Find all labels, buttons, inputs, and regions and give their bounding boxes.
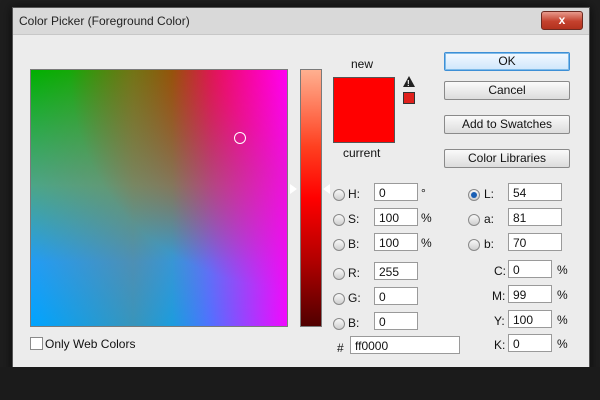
- radio-l[interactable]: [468, 189, 480, 201]
- color-picker-dialog: Color Picker (Foreground Color) x new cu…: [12, 7, 590, 375]
- s-label: S:: [348, 212, 360, 226]
- l-label: L:: [484, 187, 495, 201]
- title-bar: Color Picker (Foreground Color) x: [13, 8, 589, 35]
- window-title: Color Picker (Foreground Color): [19, 14, 190, 28]
- b-label: B:: [348, 237, 360, 251]
- k-input[interactable]: 0: [508, 334, 552, 352]
- y-input[interactable]: 100: [508, 310, 552, 328]
- add-to-swatches-button[interactable]: Add to Swatches: [444, 115, 570, 134]
- new-label: new: [351, 57, 374, 71]
- radio-h[interactable]: [333, 189, 345, 201]
- hex-input[interactable]: ff0000: [350, 336, 460, 354]
- ok-button[interactable]: OK: [444, 52, 570, 71]
- radio-blue[interactable]: [333, 318, 345, 330]
- s-input[interactable]: 100: [374, 208, 418, 226]
- h-unit: °: [421, 186, 426, 200]
- m-unit: %: [557, 288, 568, 302]
- k-label: K:: [494, 338, 506, 352]
- only-web-colors-checkbox[interactable]: [30, 337, 43, 350]
- radio-r[interactable]: [333, 268, 345, 280]
- y-unit: %: [557, 313, 568, 327]
- blue-input[interactable]: 0: [374, 312, 418, 330]
- new-color-swatch: [333, 77, 395, 143]
- color-field[interactable]: [30, 69, 288, 327]
- c-label: C:: [494, 264, 506, 278]
- g-label: G:: [348, 291, 361, 305]
- m-input[interactable]: 99: [508, 285, 552, 303]
- lab-b-label: b:: [484, 237, 495, 251]
- h-label: H:: [348, 187, 360, 201]
- background-bottom-bar: [0, 367, 600, 400]
- k-unit: %: [557, 337, 568, 351]
- color-field-picker-circle[interactable]: [234, 132, 246, 144]
- radio-lab-b[interactable]: [468, 239, 480, 251]
- radio-b[interactable]: [333, 239, 345, 251]
- color-slider[interactable]: [300, 69, 322, 327]
- c-input[interactable]: 0: [508, 260, 552, 278]
- a-label: a:: [484, 212, 495, 226]
- color-libraries-button[interactable]: Color Libraries: [444, 149, 570, 168]
- close-button[interactable]: x: [541, 11, 583, 30]
- s-unit: %: [421, 211, 432, 225]
- b-input[interactable]: 100: [374, 233, 418, 251]
- h-input[interactable]: 0: [374, 183, 418, 201]
- l-input[interactable]: 54: [508, 183, 562, 201]
- slider-right-arrow-icon[interactable]: [323, 184, 330, 194]
- color-field-shading: [31, 70, 287, 326]
- only-web-colors-label: Only Web Colors: [45, 337, 136, 351]
- slider-left-arrow-icon[interactable]: [290, 184, 297, 194]
- current-label: current: [343, 146, 381, 160]
- gamut-warning-swatch[interactable]: [403, 92, 415, 104]
- m-label: M:: [492, 289, 506, 303]
- blue-label: B:: [348, 316, 360, 330]
- radio-a[interactable]: [468, 214, 480, 226]
- b-unit: %: [421, 236, 432, 250]
- hex-label: #: [337, 341, 344, 355]
- lab-b-input[interactable]: 70: [508, 233, 562, 251]
- a-input[interactable]: 81: [508, 208, 562, 226]
- g-input[interactable]: 0: [374, 287, 418, 305]
- radio-s[interactable]: [333, 214, 345, 226]
- r-input[interactable]: 255: [374, 262, 418, 280]
- warning-exclamation-icon: !: [407, 79, 410, 88]
- cancel-button[interactable]: Cancel: [444, 81, 570, 100]
- c-unit: %: [557, 263, 568, 277]
- radio-g[interactable]: [333, 293, 345, 305]
- r-label: R:: [348, 266, 360, 280]
- y-label: Y:: [494, 314, 505, 328]
